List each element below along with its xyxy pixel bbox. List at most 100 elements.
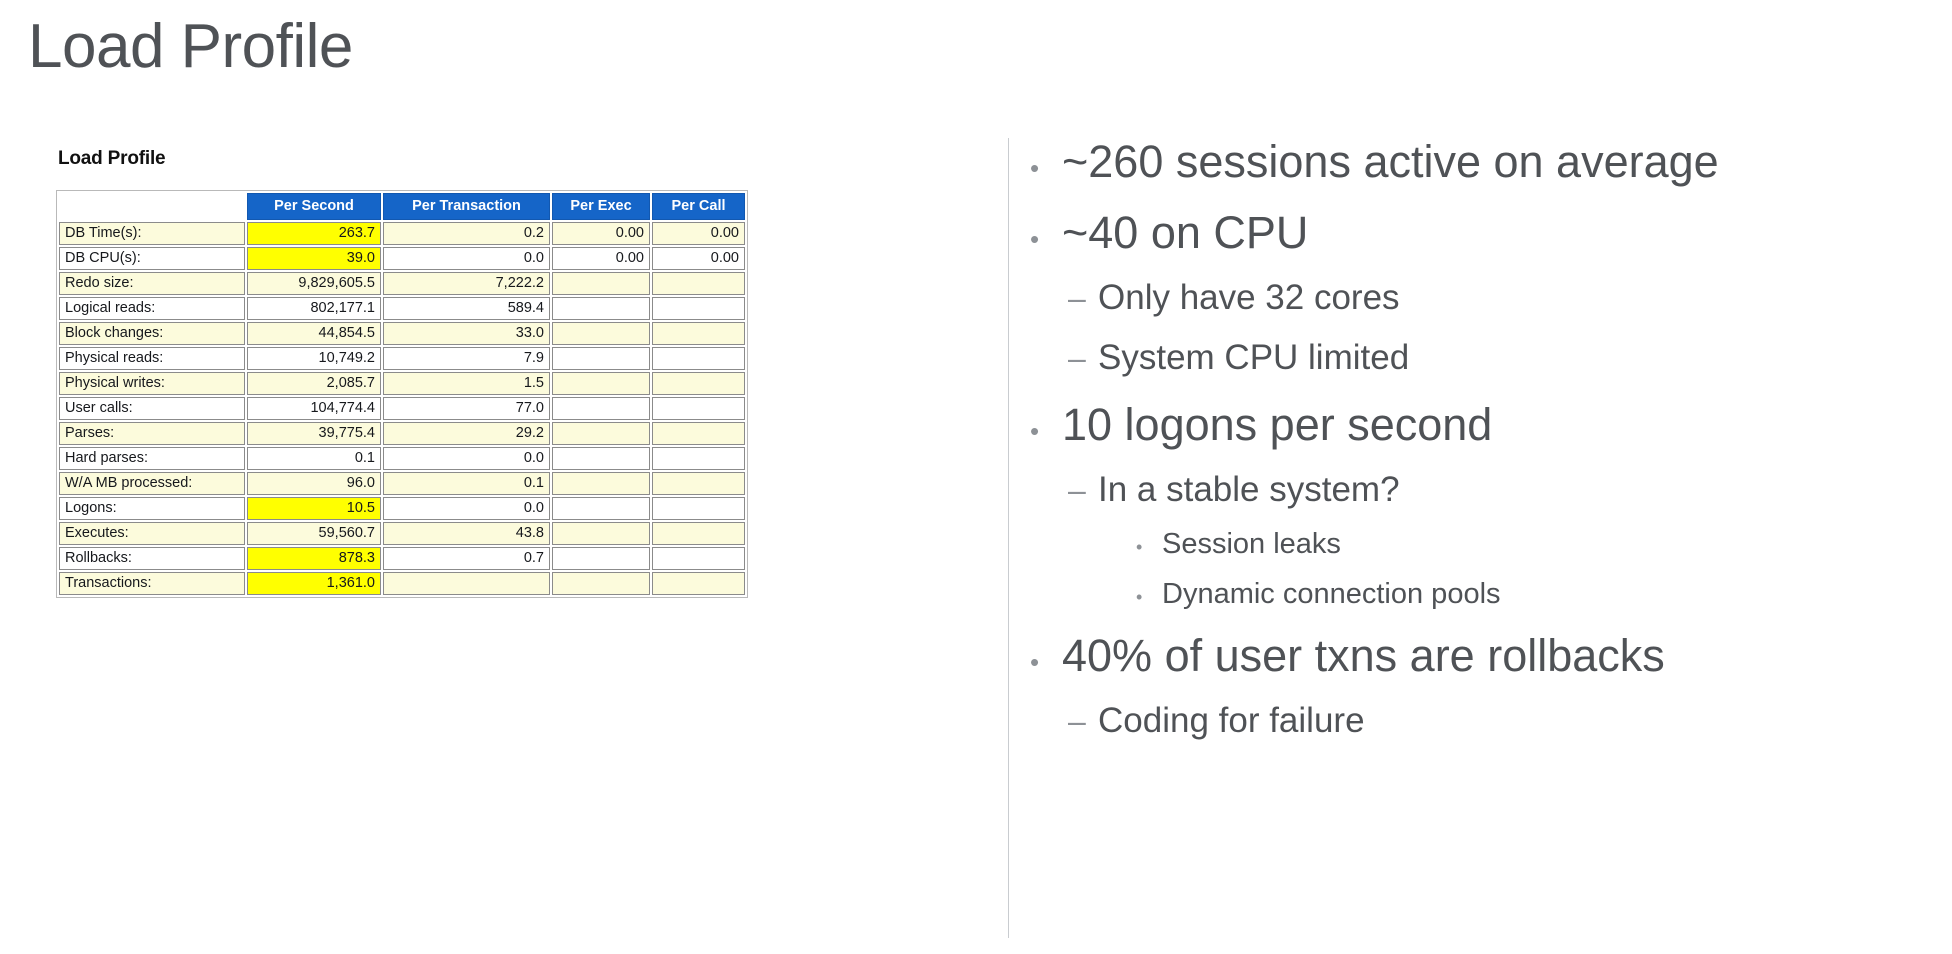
bullet-item-level-1: • 40% of user txns are rollbacks	[1030, 620, 1930, 691]
vertical-divider	[1008, 138, 1009, 938]
cell-per-transaction: 43.8	[383, 522, 550, 545]
cell-per-transaction: 0.0	[383, 247, 550, 270]
dash-bullet-icon: –	[1068, 702, 1086, 739]
cell-per-exec	[552, 522, 650, 545]
table-row: Executes: 59,560.7 43.8	[59, 522, 745, 545]
cell-per-transaction: 0.2	[383, 222, 550, 245]
cell-per-call	[652, 397, 745, 420]
cell-per-transaction: 0.0	[383, 447, 550, 470]
cell-per-transaction: 29.2	[383, 422, 550, 445]
bullet-text: Coding for failure	[1098, 700, 1365, 740]
table-row: Logical reads: 802,177.1 589.4	[59, 297, 745, 320]
cell-per-transaction: 1.5	[383, 372, 550, 395]
row-label: Logons:	[59, 497, 245, 520]
bullet-text: ~40 on CPU	[1062, 207, 1309, 259]
cell-per-call	[652, 497, 745, 520]
cell-per-call	[652, 572, 745, 595]
table-row: Physical writes: 2,085.7 1.5	[59, 372, 745, 395]
column-header-per-call: Per Call	[652, 193, 745, 220]
bullet-item-level-2: – Coding for failure	[1068, 691, 1930, 751]
cell-per-second: 10.5	[247, 497, 381, 520]
cell-per-exec	[552, 472, 650, 495]
cell-per-exec	[552, 397, 650, 420]
table-row: Block changes: 44,854.5 33.0	[59, 322, 745, 345]
cell-per-exec	[552, 422, 650, 445]
cell-per-exec	[552, 497, 650, 520]
bullet-item-level-2: – Only have 32 cores	[1068, 268, 1930, 328]
cell-per-transaction: 77.0	[383, 397, 550, 420]
table-row: Parses: 39,775.4 29.2	[59, 422, 745, 445]
row-label: Transactions:	[59, 572, 245, 595]
table-row: Physical reads: 10,749.2 7.9	[59, 347, 745, 370]
dot-bullet-icon: •	[1136, 586, 1143, 607]
bullet-text: 40% of user txns are rollbacks	[1062, 629, 1665, 681]
dot-bullet-icon: •	[1136, 536, 1143, 557]
cell-per-exec	[552, 572, 650, 595]
table-row: User calls: 104,774.4 77.0	[59, 397, 745, 420]
cell-per-exec: 0.00	[552, 222, 650, 245]
bullet-text: 10 logons per second	[1062, 398, 1493, 450]
cell-per-call	[652, 347, 745, 370]
table-row: Rollbacks: 878.3 0.7	[59, 547, 745, 570]
table-body: DB Time(s): 263.7 0.2 0.00 0.00 DB CPU(s): 39.…	[59, 222, 745, 595]
row-label: Executes:	[59, 522, 245, 545]
cell-per-exec	[552, 272, 650, 295]
cell-per-call	[652, 297, 745, 320]
bullet-item-level-2: – System CPU limited	[1068, 328, 1930, 388]
cell-per-call: 0.00	[652, 247, 745, 270]
row-label: W/A MB processed:	[59, 472, 245, 495]
page-title: Load Profile	[28, 12, 353, 81]
row-label: Rollbacks:	[59, 547, 245, 570]
bullet-text: Session leaks	[1162, 527, 1341, 560]
dot-bullet-icon: •	[1030, 646, 1040, 677]
cell-per-call	[652, 272, 745, 295]
bullet-text: In a stable system?	[1098, 469, 1400, 509]
dot-bullet-icon: •	[1030, 415, 1040, 446]
bullet-item-level-1: • 10 logons per second	[1030, 389, 1930, 460]
cell-per-second: 802,177.1	[247, 297, 381, 320]
bullet-item-level-1: • ~40 on CPU	[1030, 197, 1930, 268]
dash-bullet-icon: –	[1068, 340, 1086, 377]
cell-per-second: 39.0	[247, 247, 381, 270]
cell-per-call	[652, 447, 745, 470]
column-header-per-transaction: Per Transaction	[383, 193, 550, 220]
row-label: Physical writes:	[59, 372, 245, 395]
cell-per-transaction: 589.4	[383, 297, 550, 320]
row-label: Redo size:	[59, 272, 245, 295]
cell-per-second: 0.1	[247, 447, 381, 470]
table-row: Logons: 10.5 0.0	[59, 497, 745, 520]
bullet-text: System CPU limited	[1098, 338, 1410, 378]
table-row: Hard parses: 0.1 0.0	[59, 447, 745, 470]
row-label: Parses:	[59, 422, 245, 445]
cell-per-call	[652, 547, 745, 570]
cell-per-second: 39,775.4	[247, 422, 381, 445]
table-row: W/A MB processed: 96.0 0.1	[59, 472, 745, 495]
cell-per-exec	[552, 372, 650, 395]
table-header-row: Per Second Per Transaction Per Exec Per …	[59, 193, 745, 220]
cell-per-exec	[552, 322, 650, 345]
cell-per-call	[652, 472, 745, 495]
table-row: Redo size: 9,829,605.5 7,222.2	[59, 272, 745, 295]
cell-per-transaction: 33.0	[383, 322, 550, 345]
dot-bullet-icon: •	[1030, 224, 1040, 255]
bullet-item-level-1: • ~260 sessions active on average	[1030, 126, 1930, 197]
awr-report-panel: Load Profile Per Second Per Transaction …	[56, 148, 756, 598]
cell-per-transaction	[383, 572, 550, 595]
cell-per-transaction: 0.1	[383, 472, 550, 495]
table-row: DB Time(s): 263.7 0.2 0.00 0.00	[59, 222, 745, 245]
cell-per-second: 44,854.5	[247, 322, 381, 345]
cell-per-call: 0.00	[652, 222, 745, 245]
bullet-text: ~260 sessions active on average	[1062, 136, 1719, 187]
cell-per-transaction: 7,222.2	[383, 272, 550, 295]
cell-per-exec	[552, 447, 650, 470]
table-header: Per Second Per Transaction Per Exec Per …	[59, 193, 745, 220]
dot-bullet-icon: •	[1030, 153, 1040, 183]
cell-per-exec	[552, 297, 650, 320]
cell-per-second: 96.0	[247, 472, 381, 495]
cell-per-exec: 0.00	[552, 247, 650, 270]
bullet-item-level-2: – In a stable system?	[1068, 460, 1930, 520]
row-label: Logical reads:	[59, 297, 245, 320]
bullet-text: Dynamic connection pools	[1162, 577, 1501, 610]
cell-per-exec	[552, 347, 650, 370]
row-label: Block changes:	[59, 322, 245, 345]
